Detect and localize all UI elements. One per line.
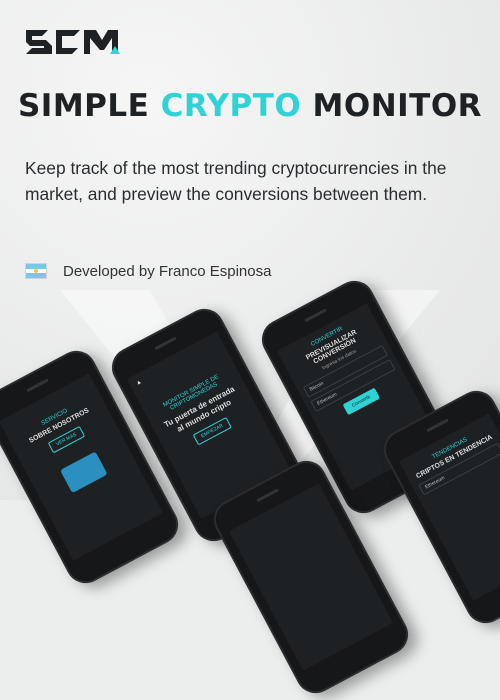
argentina-flag-icon — [25, 263, 47, 279]
about-tag: SERVICIO — [40, 408, 69, 427]
illustration — [60, 451, 108, 494]
developer-credit: Developed by Franco Espinosa — [25, 261, 271, 281]
developer-text: Developed by Franco Espinosa — [63, 262, 272, 280]
description: Keep track of the most trending cryptocu… — [25, 158, 447, 204]
page-title: SIMPLE CRYPTO MONITOR — [17, 88, 483, 124]
scm-logo — [26, 30, 120, 54]
